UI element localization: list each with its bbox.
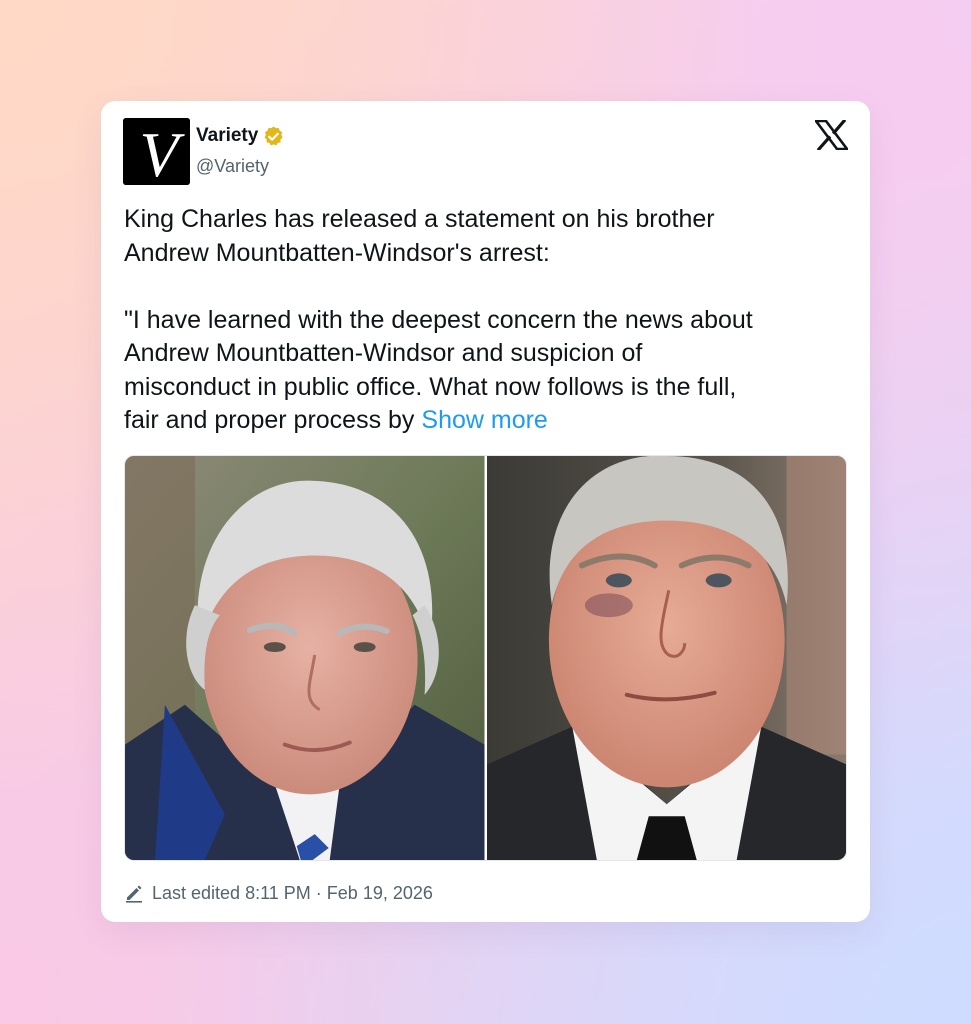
- tweet-text-line: misconduct in public office. What now fo…: [124, 372, 737, 401]
- tweet-text-line: Andrew Mountbatten-Windsor's arrest:: [124, 238, 550, 267]
- verified-badge-icon: [264, 125, 283, 145]
- tweet-body: King Charles has released a statement on…: [124, 203, 844, 438]
- edited-date[interactable]: Feb 19, 2026: [327, 883, 433, 904]
- media-grid: [124, 455, 847, 861]
- tweet-text-fragment: fair and proper process by: [124, 406, 415, 434]
- tweet-text-line: "I have learned with the deepest concern…: [124, 305, 753, 334]
- tweet-text-line: Andrew Mountbatten-Windsor and suspicion…: [124, 339, 643, 367]
- edited-time[interactable]: 8:11 PM: [245, 883, 311, 904]
- author-name-row: Variety: [196, 123, 285, 149]
- show-more-link[interactable]: Show more: [421, 406, 547, 434]
- pencil-icon: [126, 885, 142, 903]
- variety-avatar[interactable]: V: [123, 118, 190, 185]
- portrait-image: [486, 456, 846, 860]
- photo-king-charles[interactable]: [125, 456, 485, 860]
- footer-separator: ·: [315, 882, 322, 903]
- photo-andrew-mountbatten-windsor[interactable]: [486, 456, 846, 860]
- tweet-footer: Last edited 8:11 PM · Feb 19, 2026: [124, 881, 433, 905]
- author-display-name[interactable]: Variety: [196, 125, 258, 147]
- tweet-card: V Variety @Variety King Charles has rele…: [101, 101, 870, 922]
- portrait-image: [125, 456, 485, 860]
- variety-logo-icon: V: [123, 118, 190, 185]
- x-logo-icon[interactable]: [815, 120, 848, 150]
- edited-label: Last edited: [152, 882, 241, 903]
- tweet-text-line-last: fair and proper process by Show more: [124, 404, 844, 438]
- tweet-text-line: King Charles has released a statement on…: [124, 205, 715, 233]
- author-handle[interactable]: @Variety: [196, 156, 269, 177]
